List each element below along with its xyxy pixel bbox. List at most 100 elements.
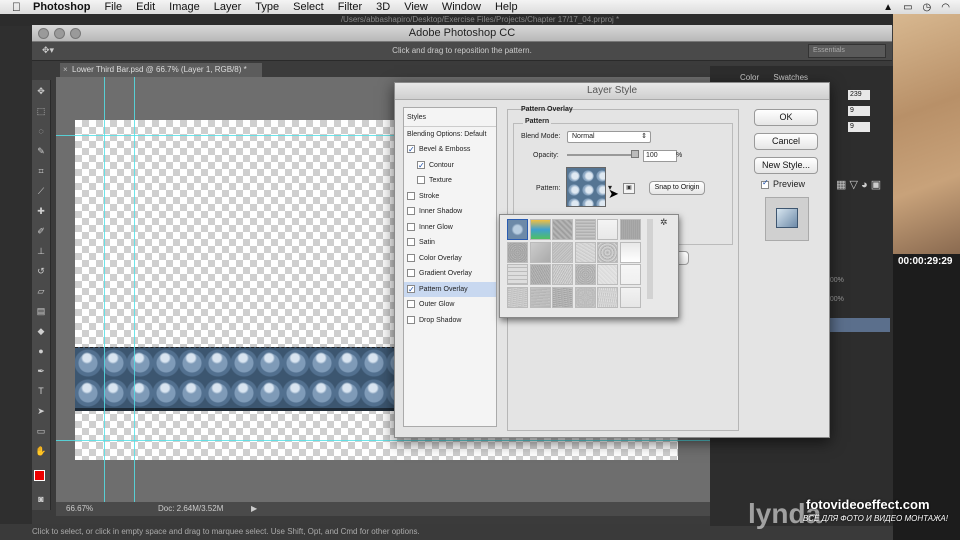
- new-style-button[interactable]: New Style...: [754, 157, 818, 174]
- menu-edit[interactable]: Edit: [129, 0, 162, 14]
- style-item-bevel-emboss[interactable]: Bevel & Emboss: [404, 142, 496, 157]
- pattern-preset-cell[interactable]: [507, 264, 528, 285]
- close-tab-icon[interactable]: ×: [63, 63, 68, 77]
- blend-mode-select[interactable]: Normal ⇕: [567, 131, 651, 143]
- style-item-satin[interactable]: Satin: [404, 235, 496, 250]
- foreground-color-swatch[interactable]: [34, 470, 45, 481]
- gear-icon[interactable]: ✲: [660, 217, 668, 228]
- menu-view[interactable]: View: [397, 0, 435, 14]
- pattern-preset-cell[interactable]: [574, 286, 596, 308]
- swatches-tab[interactable]: Swatches: [773, 73, 808, 82]
- menu-file[interactable]: File: [97, 0, 129, 14]
- app-menu[interactable]: Photoshop: [27, 0, 97, 14]
- zoom-level[interactable]: 66.67%: [66, 502, 93, 516]
- pattern-preset-cell[interactable]: [597, 241, 618, 263]
- pattern-preset-cell[interactable]: [597, 219, 618, 240]
- pattern-preset-cell[interactable]: [597, 264, 618, 285]
- display-icon[interactable]: ▭: [903, 2, 912, 13]
- menu-filter[interactable]: Filter: [331, 0, 369, 14]
- checkbox-icon[interactable]: [407, 222, 415, 231]
- quick-mask-icon[interactable]: ◙: [35, 494, 47, 504]
- pattern-preset-cell[interactable]: [552, 219, 573, 240]
- blur-tool-icon[interactable]: ◆: [35, 326, 47, 336]
- checkbox-icon[interactable]: [407, 282, 415, 297]
- picker-scrollbar[interactable]: [647, 219, 653, 299]
- color-tab[interactable]: Color: [740, 73, 759, 82]
- pattern-preset-cell[interactable]: [507, 241, 528, 263]
- pattern-preset-cell[interactable]: [507, 286, 528, 308]
- quick-select-tool-icon[interactable]: ✎: [35, 146, 47, 156]
- pattern-preset-cell[interactable]: [574, 241, 596, 263]
- zoom-window-icon[interactable]: [70, 28, 81, 39]
- opacity-input[interactable]: 100: [643, 150, 677, 162]
- menu-select[interactable]: Select: [286, 0, 331, 14]
- checkbox-icon[interactable]: [407, 142, 415, 157]
- gradient-tool-icon[interactable]: ▤: [35, 306, 47, 316]
- ps-window-titlebar[interactable]: Adobe Photoshop CC: [32, 25, 892, 42]
- cancel-button[interactable]: Cancel: [754, 133, 818, 150]
- lasso-tool-icon[interactable]: ◌: [35, 126, 47, 136]
- pattern-preset-cell[interactable]: [529, 219, 551, 240]
- preview-checkbox[interactable]: Preview: [761, 178, 805, 189]
- blending-options[interactable]: Blending Options: Default: [404, 126, 496, 142]
- path-select-icon[interactable]: ➤: [35, 406, 47, 416]
- style-item-stroke[interactable]: Stroke: [404, 189, 496, 204]
- pattern-preset-cell[interactable]: [597, 286, 618, 308]
- status-arrow-icon[interactable]: ▶: [251, 502, 257, 516]
- hand-tool-icon[interactable]: ✋: [35, 446, 47, 456]
- pen-tool-icon[interactable]: ✒: [35, 366, 47, 376]
- clock-icon[interactable]: ◷: [923, 2, 932, 13]
- opacity-slider-thumb[interactable]: [631, 150, 639, 158]
- preview-check-icon[interactable]: [761, 178, 769, 189]
- move-tool-icon[interactable]: ✥: [35, 86, 47, 96]
- minimize-window-icon[interactable]: [54, 28, 65, 39]
- style-item-color-overlay[interactable]: Color Overlay: [404, 251, 496, 266]
- dodge-tool-icon[interactable]: ●: [35, 346, 47, 356]
- pattern-preset-cell[interactable]: [619, 219, 641, 240]
- marquee-tool-icon[interactable]: ⬚: [35, 106, 47, 116]
- grid-adjust-icon[interactable]: ▣: [871, 179, 881, 191]
- pattern-preset-cell[interactable]: [529, 286, 551, 308]
- levels-icon[interactable]: ▦: [836, 179, 846, 191]
- checkbox-icon[interactable]: [407, 191, 415, 200]
- style-item-inner-glow[interactable]: Inner Glow: [404, 220, 496, 235]
- checkbox-icon[interactable]: [407, 253, 415, 262]
- style-item-texture[interactable]: Texture: [404, 173, 496, 188]
- pattern-preset-cell[interactable]: [529, 241, 551, 263]
- pattern-preset-cell[interactable]: [552, 286, 573, 308]
- red-value[interactable]: 239: [848, 90, 870, 100]
- menu-layer[interactable]: Layer: [207, 0, 249, 14]
- apple-icon[interactable]: : [0, 0, 27, 14]
- style-item-inner-shadow[interactable]: Inner Shadow: [404, 204, 496, 219]
- menu-3d[interactable]: 3D: [369, 0, 397, 14]
- hue-icon[interactable]: ◕: [861, 179, 868, 191]
- wifi-icon[interactable]: ◠: [941, 2, 950, 13]
- horizontal-guide[interactable]: [56, 440, 710, 441]
- pattern-preset-cell[interactable]: [552, 264, 573, 285]
- document-tab[interactable]: × Lower Third Bar.psd @ 66.7% (Layer 1, …: [60, 63, 262, 77]
- style-item-outer-glow[interactable]: Outer Glow: [404, 297, 496, 312]
- checkbox-icon[interactable]: [407, 315, 415, 324]
- adobe-icon[interactable]: ▲: [883, 2, 893, 13]
- menu-image[interactable]: Image: [162, 0, 207, 14]
- pattern-preset-cell[interactable]: [619, 264, 641, 285]
- pattern-preset-cell[interactable]: [619, 241, 641, 263]
- menu-type[interactable]: Type: [248, 0, 286, 14]
- style-item-pattern-overlay[interactable]: Pattern Overlay: [404, 281, 496, 297]
- pattern-swatch[interactable]: [566, 167, 606, 207]
- checkbox-icon[interactable]: [407, 269, 415, 278]
- new-preset-icon[interactable]: ▣: [623, 183, 635, 194]
- shape-tool-icon[interactable]: ▭: [35, 426, 47, 436]
- styles-header[interactable]: Styles: [404, 110, 496, 125]
- snap-to-origin-button[interactable]: Snap to Origin: [649, 181, 705, 195]
- type-tool-icon[interactable]: T: [35, 386, 47, 396]
- checkbox-icon[interactable]: [417, 158, 425, 173]
- triangle-adjust-icon[interactable]: ▽: [849, 179, 857, 191]
- pattern-preset-cell[interactable]: [529, 264, 551, 285]
- crop-tool-icon[interactable]: ⌗: [35, 166, 47, 176]
- close-window-icon[interactable]: [38, 28, 49, 39]
- style-item-drop-shadow[interactable]: Drop Shadow: [404, 313, 496, 328]
- eraser-tool-icon[interactable]: ▱: [35, 286, 47, 296]
- green-value[interactable]: 9: [848, 106, 870, 116]
- style-item-contour[interactable]: Contour: [404, 158, 496, 173]
